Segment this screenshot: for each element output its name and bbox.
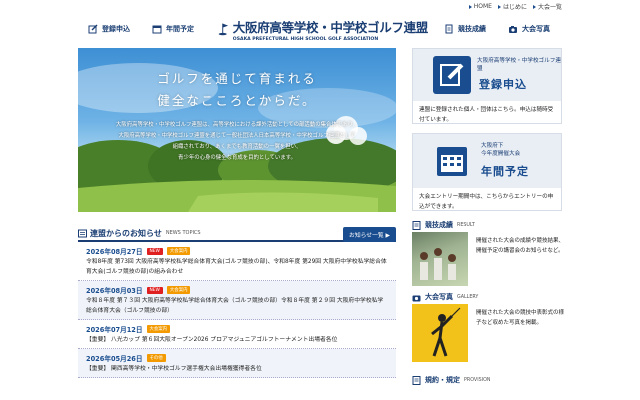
register-card[interactable]: 大阪府高等学校・中学校ゴルフ連盟 登録申込 連盟に登録された個人・団体はこちら。… [412,48,562,124]
news-list-button[interactable]: お知らせ一覧 ▶ [343,227,396,242]
header: 登録申込 年間予定 大阪府高等学校・中学校ゴルフ連盟 OSAKA PREFECT… [78,14,562,44]
rules-header[interactable]: 規約・規定 PROVISION [412,373,562,387]
news-date: 2026年08月27日 [86,248,143,256]
category-badge: その他 [146,354,166,362]
news-text[interactable]: 令和8年度 第73回 大阪府高等学校私学総合体育大会(ゴルフ競技の部)、令和8年… [86,257,388,277]
top-links: HOME はじめに 大会一覧 [468,2,562,11]
news-item[interactable]: 2026年05月26日 その他 【重要】 関西高等学校・中学校ゴルフ選手権大会出場… [78,349,396,378]
news-date: 2026年08月03日 [86,287,143,295]
nav-results-button[interactable]: 競技成績 [444,24,486,34]
news-header: 連盟からのお知らせ NEWS TOPICS お知らせ一覧 ▶ [78,226,396,242]
calendar-icon [152,25,162,34]
register-banner[interactable]: 大阪府高等学校・中学校ゴルフ連盟 登録申込 [413,49,561,101]
category-badge: 大会案内 [166,247,191,255]
pencil-square-icon [433,56,471,94]
results-text: 開催された大会の成績や競技結果、開催予定の講習会のお知らせなど。 [476,238,565,254]
register-title: 登録申込 [479,78,527,91]
camera-icon [509,26,517,33]
news-date: 2026年05月26日 [86,355,143,363]
nav-schedule-button[interactable]: 年間予定 [152,24,194,34]
nav-register-button[interactable]: 登録申込 [88,24,130,34]
news-item[interactable]: 2026年07月12日 大会案内 【重要】 八光カップ 第６回大阪オープン2026… [78,320,396,349]
logo-subtitle: OSAKA PREFECTURAL HIGH SCHOOL GOLF ASSOC… [232,36,379,42]
document-icon [412,220,421,230]
logo-title: 大阪府高等学校・中学校ゴルフ連盟 [232,19,429,35]
register-subtitle: 大阪府高等学校・中学校ゴルフ連盟 [477,58,561,72]
arrow-icon [497,4,501,9]
top-link-events[interactable]: 大会一覧 [532,2,562,11]
category-badge: 大会案内 [166,286,191,294]
schedule-banner[interactable]: 大阪府下 今年度開催大会 年間予定 [413,134,561,188]
news-date: 2026年07月12日 [86,326,143,334]
hero-heading: ゴルフを通じて育まれる 健全なこころとからだ。 [157,71,317,108]
photos-image[interactable] [412,304,468,362]
camera-icon [412,295,421,301]
new-badge: NEW [146,247,163,255]
document-icon [445,24,453,34]
register-text: 連盟に登録された個人・団体はこちら。申込は随時受付ています。 [419,107,554,123]
pencil-icon [88,24,98,34]
top-link-home[interactable]: HOME [468,3,492,10]
news-section: 連盟からのお知らせ NEWS TOPICS お知らせ一覧 ▶ 2026年08月2… [78,226,396,378]
hero-banner: ゴルフを通じて育まれる 健全なこころとからだ。 大阪府高等学校・中学校ゴルフ連盟… [78,48,396,212]
arrow-icon [468,4,472,9]
news-item[interactable]: 2026年08月03日 NEW 大会案内 令和８年度 第７３回 大阪府高等学校私学総… [78,281,396,320]
results-header[interactable]: 競技成績 RESULT [412,218,562,232]
news-item[interactable]: 2026年08月27日 NEW 大会案内 令和8年度 第73回 大阪府高等学校私学総… [78,242,396,281]
hero-description: 大阪府高等学校・中学校ゴルフ連盟は、高等学校における課外活動としての部活動の集合… [115,122,359,161]
news-text[interactable]: 【重要】 関西高等学校・中学校ゴルフ選手権大会出場権獲得者各位 [86,364,388,374]
site-logo[interactable]: 大阪府高等学校・中学校ゴルフ連盟 OSAKA PREFECTURAL HIGH … [218,14,428,44]
new-badge: NEW [146,286,163,294]
photos-header[interactable]: 大会写真 GALLERY [412,290,562,304]
golf-flag-icon [218,23,229,36]
document-icon [412,375,421,385]
schedule-card[interactable]: 大阪府下 今年度開催大会 年間予定 大会エントリー期間中は、こちらからエントリーの… [412,133,562,211]
category-badge: 大会案内 [146,325,171,333]
schedule-title: 年間予定 [481,165,529,178]
schedule-subtitle: 大阪府下 今年度開催大会 [481,143,521,157]
calendar-icon [433,142,471,180]
news-icon [78,229,87,237]
news-title-en: NEWS TOPICS [165,230,201,236]
schedule-text: 大会エントリー期間中は、こちらからエントリーの申込ができます。 [419,194,554,210]
nav-photos-button[interactable]: 大会写真 [508,24,550,34]
news-text[interactable]: 令和８年度 第７３回 大阪府高等学校私学総合体育大会（ゴルフ競技の部）令和８年度… [86,296,388,316]
arrow-icon [532,4,536,9]
news-text[interactable]: 【重要】 八光カップ 第６回大阪オープン2026 プロアマジュニアゴルフトーナメ… [86,335,388,345]
top-bar: HOME はじめに 大会一覧 [0,0,640,11]
news-title: 連盟からのお知らせ [90,228,162,238]
results-photo[interactable] [412,232,468,286]
photos-text: 開催された大会の競技中表彰式の様子など収めた写真を掲載。 [476,310,565,326]
top-link-intro[interactable]: はじめに [497,2,527,11]
